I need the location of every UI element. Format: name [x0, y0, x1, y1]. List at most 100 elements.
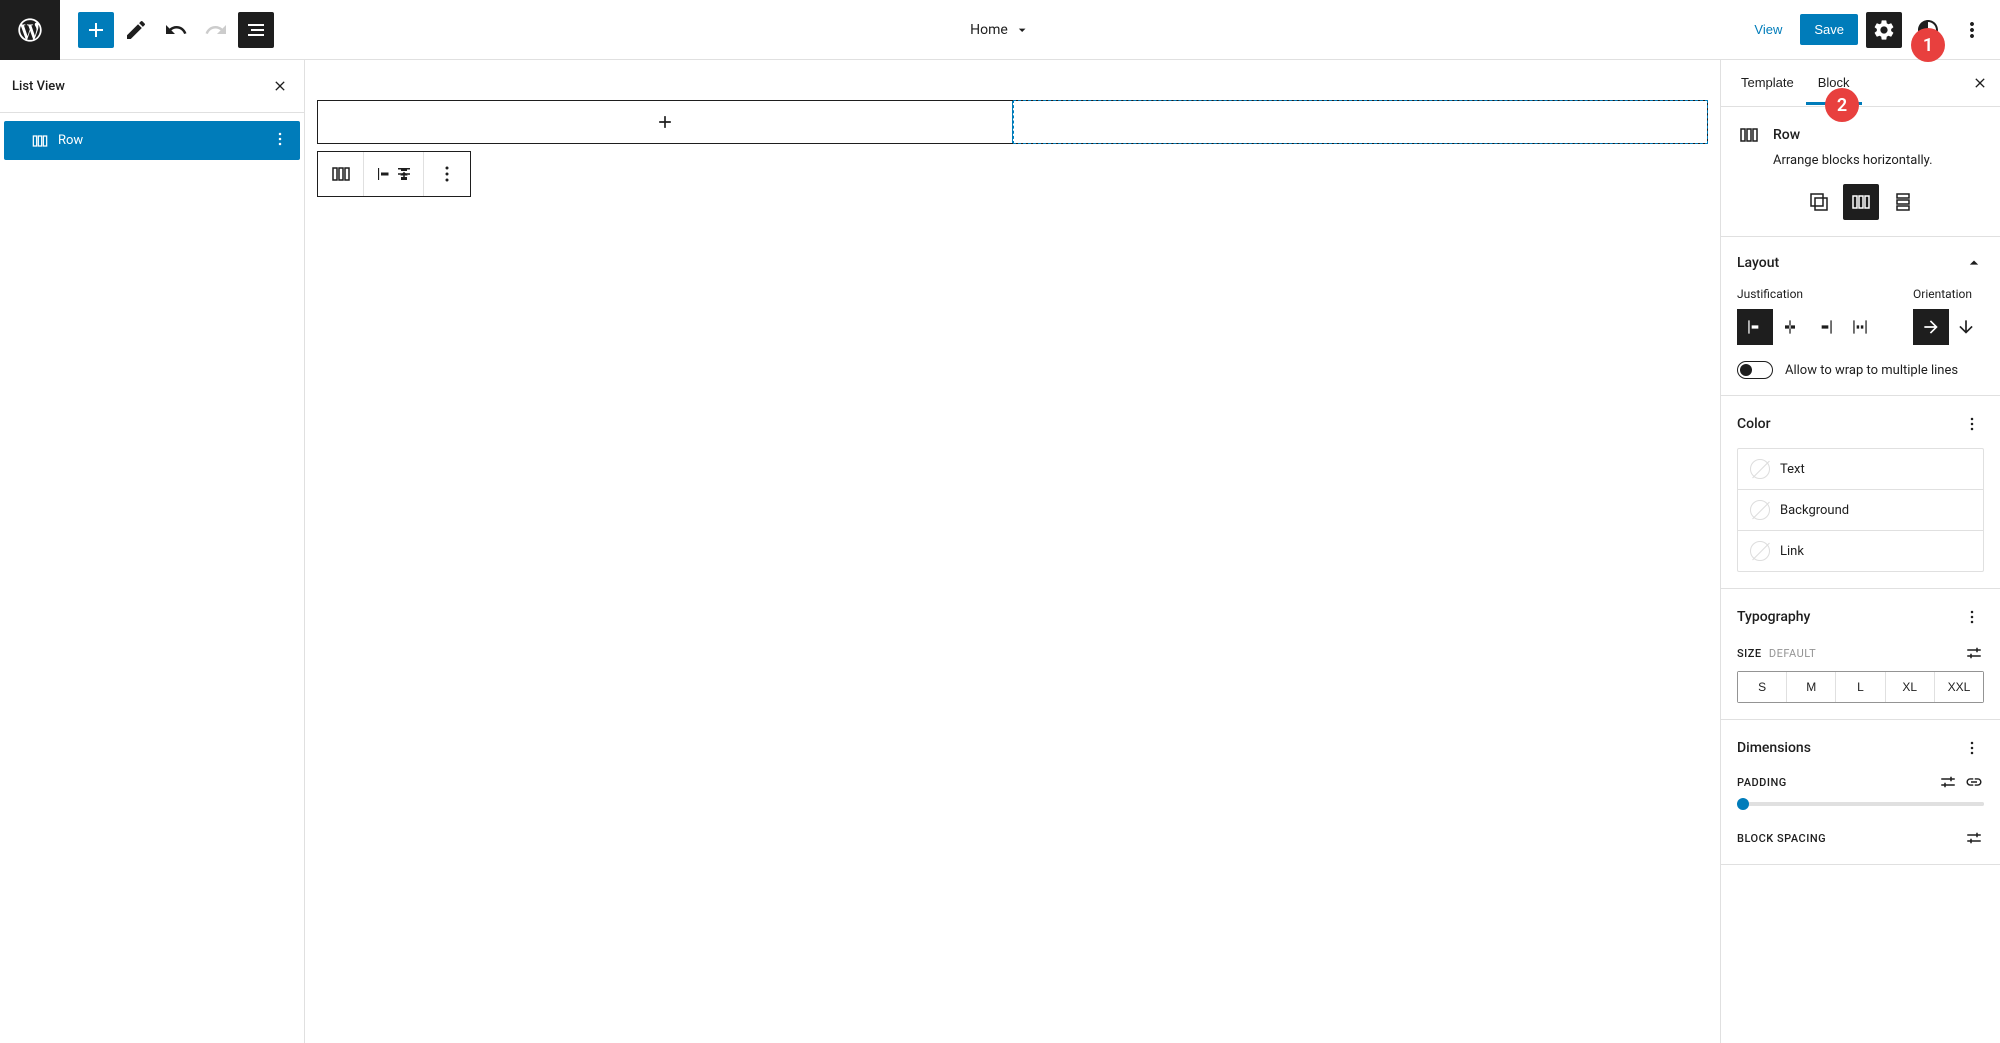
settings-button[interactable]: [1866, 12, 1902, 48]
typography-options-button[interactable]: [1960, 605, 1984, 629]
wrap-toggle[interactable]: [1737, 361, 1773, 379]
color-background-item[interactable]: Background: [1738, 490, 1983, 531]
close-icon: [1972, 75, 1988, 91]
size-buttons: S M L XL XXL: [1737, 671, 1984, 703]
group-icon: [1807, 190, 1831, 214]
listview-toggle-button[interactable]: [238, 12, 274, 48]
dimensions-options-button[interactable]: [1960, 736, 1984, 760]
typography-panel: Typography SIZE DEFAULT S M L XL X: [1721, 589, 2000, 720]
size-xl-button[interactable]: XL: [1886, 672, 1935, 702]
dimensions-panel-head: Dimensions: [1737, 736, 1984, 760]
justify-center-button[interactable]: [1772, 309, 1808, 345]
size-m-button[interactable]: M: [1787, 672, 1836, 702]
row-icon: [329, 162, 353, 186]
row-block[interactable]: [317, 100, 1708, 144]
justify-left-icon: [1745, 317, 1765, 337]
size-custom-button[interactable]: [1964, 643, 1984, 663]
block-type-button[interactable]: [318, 152, 364, 196]
vertical-center-icon: [395, 162, 413, 186]
sliders-icon: [1939, 773, 1957, 791]
color-swatch-empty: [1750, 459, 1770, 479]
document-title[interactable]: Home: [970, 22, 1030, 38]
dimensions-title: Dimensions: [1737, 740, 1811, 756]
justify-space-between-button[interactable]: [1842, 309, 1878, 345]
save-button[interactable]: Save: [1800, 14, 1858, 45]
transform-row-button[interactable]: [1843, 184, 1879, 220]
justify-space-between-icon: [1850, 317, 1870, 337]
listview-close-button[interactable]: [268, 74, 292, 98]
typography-panel-head: Typography: [1737, 605, 1984, 629]
color-background-label: Background: [1780, 503, 1849, 518]
justify-center-icon: [1780, 317, 1800, 337]
block-toolbar: [317, 151, 471, 197]
more-options-button[interactable]: [1954, 12, 1990, 48]
dots-vertical-icon: [1962, 607, 1982, 627]
sliders-icon: [1965, 829, 1983, 847]
toolbar-left: [0, 0, 274, 60]
editor-canvas[interactable]: [305, 60, 1720, 1043]
color-options-button[interactable]: [1960, 412, 1984, 436]
spacing-custom-button[interactable]: [1964, 828, 1984, 848]
justify-left-icon: [375, 162, 393, 186]
color-text-item[interactable]: Text: [1738, 449, 1983, 490]
size-l-button[interactable]: L: [1836, 672, 1885, 702]
size-label: SIZE: [1737, 647, 1762, 660]
row-icon: [30, 131, 50, 151]
layout-title: Layout: [1737, 255, 1779, 271]
row-add-left[interactable]: [318, 101, 1013, 143]
justify-right-icon: [1815, 317, 1835, 337]
list-item[interactable]: Row: [4, 121, 300, 160]
view-button[interactable]: View: [1744, 16, 1792, 43]
block-align-button[interactable]: [364, 152, 424, 196]
dots-vertical-icon: [270, 129, 290, 149]
typography-title: Typography: [1737, 609, 1810, 625]
padding-unlink-button[interactable]: [1964, 772, 1984, 792]
transform-group-button[interactable]: [1801, 184, 1837, 220]
orientation-vertical-button[interactable]: [1948, 309, 1984, 345]
row-placeholder-right[interactable]: [1013, 100, 1709, 144]
redo-button[interactable]: [198, 12, 234, 48]
settings-sidebar: Template Block 2 Row Arrange blocks hori…: [1720, 60, 2000, 1043]
color-text-label: Text: [1780, 462, 1805, 477]
layout-panel-toggle[interactable]: Layout: [1737, 253, 1984, 273]
chevron-down-icon: [1014, 22, 1030, 38]
row-icon: [1849, 190, 1873, 214]
block-name: Row: [1773, 127, 1800, 143]
color-link-label: Link: [1780, 544, 1804, 559]
dots-vertical-icon: [1960, 18, 1984, 42]
padding-slider-thumb[interactable]: [1737, 798, 1749, 810]
dimensions-panel: Dimensions PADDING BL: [1721, 720, 2000, 865]
transform-stack-button[interactable]: [1885, 184, 1921, 220]
justify-left-button[interactable]: [1737, 309, 1773, 345]
list-item-options-button[interactable]: [270, 129, 290, 152]
color-title: Color: [1737, 416, 1771, 432]
tab-template[interactable]: Template: [1729, 61, 1806, 105]
color-link-item[interactable]: Link: [1738, 531, 1983, 571]
listview-title: List View: [12, 79, 65, 94]
size-s-button[interactable]: S: [1738, 672, 1787, 702]
color-swatch-empty: [1750, 541, 1770, 561]
plus-icon: [655, 112, 675, 132]
add-block-button[interactable]: [78, 12, 114, 48]
layout-panel: Layout Justification Orienta: [1721, 237, 2000, 396]
color-panel: Color Text Background: [1721, 396, 2000, 589]
color-panel-head: Color: [1737, 412, 1984, 436]
justify-right-button[interactable]: [1807, 309, 1843, 345]
stack-icon: [1891, 190, 1915, 214]
annotation-1: 1: [1911, 28, 1945, 62]
padding-custom-button[interactable]: [1938, 772, 1958, 792]
gear-icon: [1872, 18, 1896, 42]
block-options-button[interactable]: [424, 152, 470, 196]
wordpress-logo[interactable]: [0, 0, 60, 60]
size-xxl-button[interactable]: XXL: [1935, 672, 1983, 702]
wrap-label: Allow to wrap to multiple lines: [1785, 363, 1958, 378]
top-toolbar: Home View Save 1: [0, 0, 2000, 60]
dots-vertical-icon: [435, 162, 459, 186]
undo-button[interactable]: [158, 12, 194, 48]
tools-button[interactable]: [118, 12, 154, 48]
sidebar-close-button[interactable]: [1968, 71, 1992, 95]
orientation-horizontal-button[interactable]: [1913, 309, 1949, 345]
padding-slider[interactable]: [1737, 802, 1984, 806]
size-default-label: DEFAULT: [1769, 647, 1816, 660]
block-info: Row Arrange blocks horizontally.: [1721, 107, 2000, 237]
